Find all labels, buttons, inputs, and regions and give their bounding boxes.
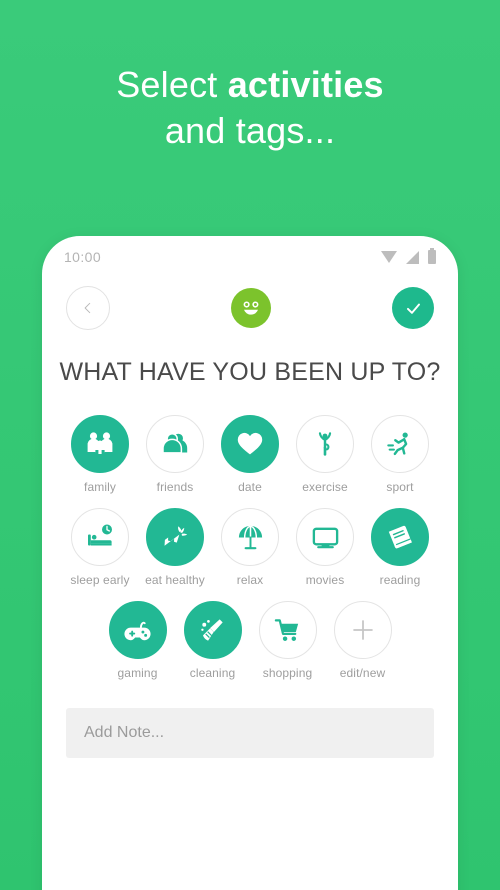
status-time: 10:00 <box>64 249 102 265</box>
activity-label: relax <box>236 573 264 587</box>
friends-icon <box>162 433 188 454</box>
activity-icon-circle[interactable] <box>333 601 392 659</box>
page-title: WHAT HAVE YOU BEEN UP TO? <box>59 358 441 386</box>
activity-movies[interactable]: movies <box>288 508 363 587</box>
status-bar: 10:00 <box>42 236 458 278</box>
activity-icon-circle[interactable] <box>71 508 129 566</box>
activity-label: exercise <box>302 480 348 494</box>
heart-icon <box>237 432 263 455</box>
carrot-icon <box>164 525 187 546</box>
family-icon <box>87 432 113 454</box>
activity-label: shopping <box>262 666 313 680</box>
promo-headline: Select activities and tags... <box>0 62 500 154</box>
activity-icon-circle[interactable] <box>71 415 129 473</box>
activity-label: movies <box>305 573 345 587</box>
activity-icon-circle[interactable] <box>221 415 279 473</box>
activity-icon-circle[interactable] <box>296 415 354 473</box>
activity-sport[interactable]: sport <box>363 415 438 494</box>
plus-icon <box>352 620 373 640</box>
television-icon <box>312 527 338 548</box>
activity-icon-circle[interactable] <box>371 415 429 473</box>
chevron-left-icon <box>84 302 91 314</box>
activity-row: sleep early eat healthy relax movies rea… <box>60 508 440 587</box>
activity-icon-circle[interactable] <box>108 601 167 659</box>
activity-icon-circle[interactable] <box>183 601 242 659</box>
activity-label: friends <box>156 480 194 494</box>
activity-date[interactable]: date <box>213 415 288 494</box>
signal-icon <box>406 250 419 264</box>
activity-row: gaming cleaning shopping edit/new <box>60 601 440 680</box>
activity-cleaning[interactable]: cleaning <box>175 601 250 680</box>
activity-label: edit/new <box>339 666 386 680</box>
battery-icon <box>428 248 436 264</box>
activity-shopping[interactable]: shopping <box>250 601 325 680</box>
activity-family[interactable]: family <box>63 415 138 494</box>
bed-clock-icon <box>88 524 112 546</box>
activity-label: reading <box>379 573 421 587</box>
activity-label: sport <box>386 480 414 494</box>
shopping-cart-icon <box>274 618 299 641</box>
activity-icon-circle[interactable] <box>146 508 204 566</box>
activity-sleep-early[interactable]: sleep early <box>63 508 138 587</box>
activity-label: cleaning <box>189 666 236 680</box>
promo-text-plain: Select <box>116 64 228 105</box>
activity-edit-new[interactable]: edit/new <box>325 601 400 680</box>
activity-icon-circle[interactable] <box>296 508 354 566</box>
add-note-input[interactable] <box>66 708 434 758</box>
phone-mockup: 10:00 WHAT HAVE YOU BEEN UP TO? family f… <box>42 236 458 890</box>
activity-icon-circle[interactable] <box>258 601 317 659</box>
activity-grid: family friends date exercise sport sleep… <box>42 415 458 680</box>
status-icon-group <box>381 248 436 264</box>
activity-gaming[interactable]: gaming <box>100 601 175 680</box>
promo-screen: Select activities and tags... 10:00 WHAT… <box>0 0 500 890</box>
activity-label: date <box>238 480 262 494</box>
smiley-face-icon <box>243 301 259 315</box>
activity-reading[interactable]: reading <box>363 508 438 587</box>
back-button[interactable] <box>66 286 110 330</box>
confirm-button[interactable] <box>392 287 434 329</box>
mood-button[interactable] <box>231 288 271 328</box>
gamepad-icon <box>124 621 151 640</box>
running-icon <box>387 432 408 456</box>
promo-line-2: and tags... <box>164 110 336 152</box>
activity-relax[interactable]: relax <box>213 508 288 587</box>
book-icon <box>388 525 412 548</box>
activity-icon-circle[interactable] <box>146 415 204 473</box>
check-icon <box>406 303 420 314</box>
activity-eat-healthy[interactable]: eat healthy <box>138 508 213 587</box>
activity-label: sleep early <box>70 573 130 587</box>
yoga-pose-icon <box>318 432 332 456</box>
app-nav-bar <box>42 278 458 338</box>
wifi-icon <box>381 251 397 263</box>
promo-line-1: Select activities <box>0 62 500 108</box>
activity-label: gaming <box>117 666 158 680</box>
activity-friends[interactable]: friends <box>138 415 213 494</box>
activity-label: eat healthy <box>145 573 205 587</box>
activity-icon-circle[interactable] <box>221 508 279 566</box>
activity-row: family friends date exercise sport <box>60 415 440 494</box>
promo-text-strong: activities <box>227 64 384 105</box>
beach-umbrella-icon <box>238 525 262 549</box>
activity-exercise[interactable]: exercise <box>288 415 363 494</box>
broom-icon <box>201 618 223 641</box>
activity-icon-circle[interactable] <box>371 508 429 566</box>
activity-label: family <box>84 480 116 494</box>
note-section <box>42 694 458 758</box>
